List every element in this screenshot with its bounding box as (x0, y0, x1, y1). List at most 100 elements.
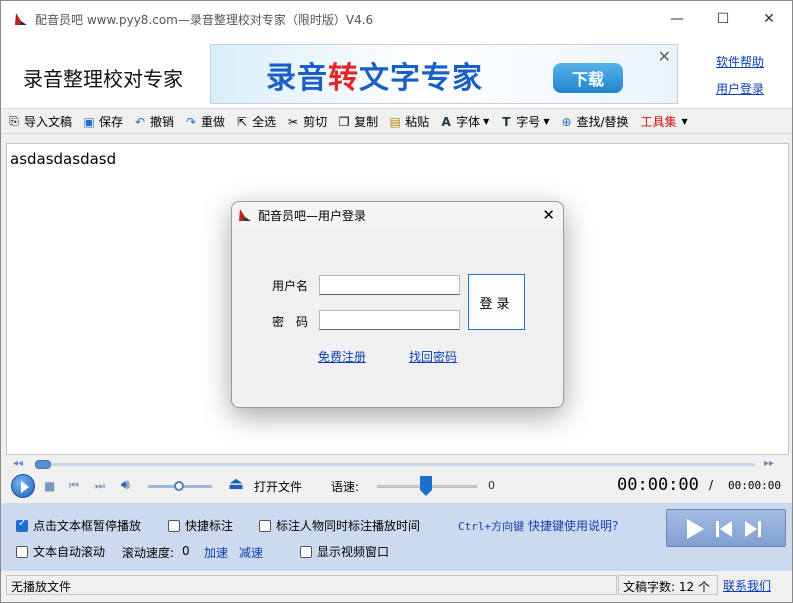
play-button[interactable] (11, 474, 35, 498)
recover-password-link[interactable]: 找回密码 (409, 348, 457, 365)
password-input[interactable] (319, 310, 460, 330)
status-file: 无播放文件 (6, 575, 617, 595)
main-window: 配音员吧 www.pyy8.com—录音整理校对专家（限时版）V4.6 — ☐ … (0, 0, 793, 603)
ad-text: 录音转文字专家 (266, 53, 483, 97)
toolbar-label: 剪切 (303, 115, 328, 129)
font-size-button[interactable]: T 字号 ▼ (499, 113, 549, 130)
speed-up-link[interactable]: 加速 (204, 544, 228, 561)
big-next-icon[interactable] (743, 519, 763, 539)
status-bar: 无播放文件 文稿字数: 12 个 联系我们 (1, 574, 792, 596)
ad-text-part: 文字专家 (359, 61, 483, 96)
pause-on-click-checkbox[interactable]: 点击文本框暂停播放 (16, 517, 141, 534)
banner: 录音整理校对专家 录音转文字专家 下载 ✕ 软件帮助 用户登录 (1, 37, 792, 109)
minimize-button[interactable]: — (654, 1, 700, 37)
import-button[interactable]: ⎘ 导入文稿 (7, 113, 72, 130)
maximize-button[interactable]: ☐ (700, 1, 746, 37)
password-label: 密 码 (272, 315, 309, 329)
seek-right-icon[interactable]: ▸▸ (764, 458, 774, 469)
big-play-icon[interactable] (684, 518, 706, 540)
save-icon: ▣ (83, 114, 95, 129)
volume-icon[interactable]: 🔊︎ (121, 477, 130, 493)
font-button[interactable]: A 字体 ▼ (439, 113, 489, 130)
total-time: 00:00:00 (728, 479, 781, 492)
copy-button[interactable]: ❐ 复制 (337, 113, 378, 130)
toolbar-label: 查找/替换 (576, 115, 629, 129)
checkbox (259, 519, 271, 532)
chevron-down-icon: ▼ (483, 117, 490, 126)
volume-thumb[interactable] (174, 481, 184, 491)
app-name: 录音整理校对专家 (23, 67, 183, 91)
app-logo-icon (13, 11, 29, 27)
paste-button[interactable]: ▤ 粘贴 (388, 113, 429, 130)
import-icon: ⎘ (9, 114, 19, 128)
login-link[interactable]: 用户登录 (716, 80, 764, 97)
toolbar-label: 字体 (456, 115, 481, 129)
previous-icon[interactable]: ⏮ (69, 479, 79, 493)
big-player-controls (666, 509, 786, 547)
login-button[interactable]: 登录 (468, 274, 525, 330)
seek-track (35, 463, 755, 466)
toolbar-label: 撤销 (150, 115, 175, 129)
ad-download-button[interactable]: 下载 (553, 63, 623, 93)
font-size-icon: T (502, 114, 511, 129)
window-title: 配音员吧 www.pyy8.com—录音整理校对专家（限时版）V4.6 (35, 12, 374, 27)
ad-close-icon[interactable]: ✕ (658, 47, 671, 66)
quick-mark-checkbox[interactable]: 快捷标注 (168, 517, 233, 534)
toolbar: ⎘ 导入文稿 ▣ 保存 ↶ 撤销 ↷ 重做 ⇱ 全选 ✂ 剪切 ❐ 复制 ▤ 粘贴 A 字体 ▼ T… (1, 110, 792, 134)
redo-button[interactable]: ↷ 重做 (184, 113, 225, 130)
toolbar-label: 字号 (516, 115, 541, 129)
seek-thumb[interactable] (35, 460, 51, 469)
toolbar-label: 重做 (201, 115, 226, 129)
register-link[interactable]: 免费注册 (318, 348, 366, 365)
dialog-close-icon[interactable]: ✕ (542, 206, 555, 224)
show-video-checkbox[interactable]: 显示视频窗口 (300, 543, 389, 560)
find-replace-button[interactable]: ⊕ 查找/替换 (559, 113, 628, 130)
shortcut-prefix: Ctrl+方向键 (458, 520, 525, 533)
speed-value: 0 (488, 479, 495, 492)
mark-with-time-checkbox[interactable]: 标注人物同时标注播放时间 (259, 517, 420, 534)
scroll-speed-value: 0 (182, 544, 190, 558)
title-bar: 配音员吧 www.pyy8.com—录音整理校对专家（限时版）V4.6 — ☐ … (1, 1, 792, 37)
select-all-button[interactable]: ⇱ 全选 (235, 113, 276, 130)
toolbar-label: 全选 (252, 115, 277, 129)
stop-icon[interactable]: ■ (44, 479, 55, 493)
shortcut-help-link[interactable]: 快捷键使用说明? (528, 519, 618, 533)
login-dialog: 配音员吧—用户登录 ✕ 用户名 密 码 登录 免费注册 找回密码 (231, 201, 564, 408)
redo-icon: ↷ (186, 114, 197, 129)
scroll-speed-label: 滚动速度: (122, 546, 175, 560)
open-file-button[interactable]: 打开文件 (254, 478, 302, 495)
checkbox-label: 显示视频窗口 (317, 545, 390, 559)
big-previous-icon[interactable] (714, 519, 734, 539)
dialog-logo-icon (237, 207, 253, 223)
speed-down-link[interactable]: 减速 (239, 544, 263, 561)
dialog-title-bar: 配音员吧—用户登录 ✕ (232, 202, 563, 228)
undo-icon: ↶ (135, 114, 146, 129)
chevron-down-icon: ▼ (681, 117, 688, 126)
shortcut-help[interactable]: Ctrl+方向键 快捷键使用说明? (458, 517, 618, 534)
seek-bar[interactable]: ◂◂ ▸▸ (9, 458, 781, 470)
next-icon[interactable]: ⏭ (95, 479, 105, 493)
cut-button[interactable]: ✂ 剪切 (286, 113, 327, 130)
ad-banner[interactable]: 录音转文字专家 下载 ✕ (210, 44, 678, 104)
close-button[interactable]: ✕ (746, 1, 792, 37)
toolbar-label: 工具集 (640, 115, 677, 129)
time-separator: / (709, 478, 714, 492)
auto-scroll-checkbox[interactable]: 文本自动滚动 (16, 543, 105, 560)
undo-button[interactable]: ↶ 撤销 (133, 113, 174, 130)
contact-link[interactable]: 联系我们 (719, 575, 789, 595)
dialog-title: 配音员吧—用户登录 (258, 208, 367, 223)
checkbox-label: 标注人物同时标注播放时间 (276, 519, 421, 533)
options-panel: 点击文本框暂停播放 快捷标注 标注人物同时标注播放时间 Ctrl+方向键 快捷键… (1, 503, 792, 571)
speed-label: 语速: (331, 480, 360, 494)
eject-icon[interactable]: ⏏ (228, 474, 244, 494)
seek-left-icon[interactable]: ◂◂ (13, 458, 23, 469)
toolbar-label: 粘贴 (405, 115, 430, 129)
checkbox (16, 545, 28, 558)
current-time: 00:00:00 (617, 475, 699, 495)
username-input[interactable] (319, 275, 460, 295)
help-link[interactable]: 软件帮助 (716, 53, 764, 70)
speed-thumb[interactable] (420, 476, 432, 496)
save-button[interactable]: ▣ 保存 (82, 113, 123, 130)
tools-menu-button[interactable]: 工具集 ▼ (641, 113, 688, 130)
search-icon: ⊕ (561, 114, 572, 129)
